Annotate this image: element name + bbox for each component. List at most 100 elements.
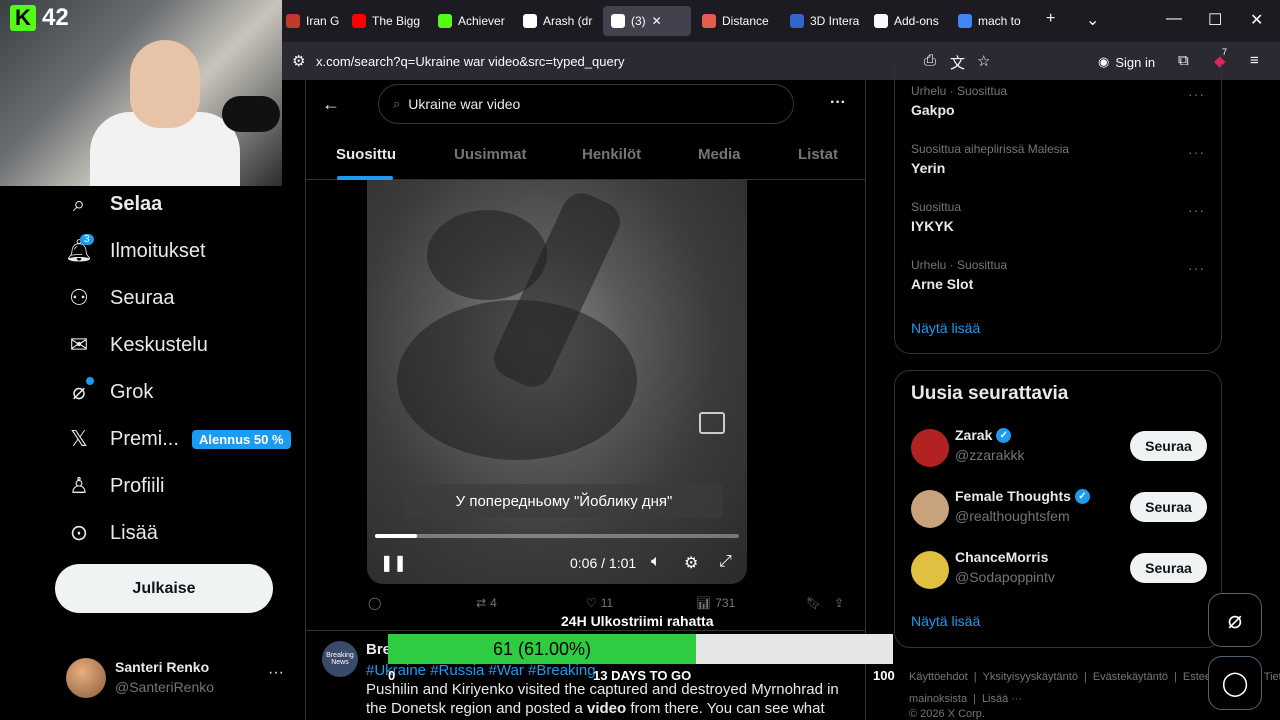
sub-goal-title: 24H Ulkostriimi rahatta xyxy=(561,613,714,629)
follow-button[interactable]: Seuraa xyxy=(1130,431,1207,461)
nav-item-search[interactable]: ⌕ Selaa xyxy=(66,191,162,217)
minimize-button[interactable]: — xyxy=(1166,10,1182,28)
nav-label: Keskustelu xyxy=(110,333,208,356)
browser-tab[interactable]: The Bigg xyxy=(344,6,426,36)
follow-button[interactable]: Seuraa xyxy=(1130,553,1207,583)
browser-tab[interactable]: Distance xyxy=(694,6,778,36)
search-tabs: Suosittu Uusimmat Henkilöt Media Listat xyxy=(306,134,865,180)
account-switcher[interactable]: Santeri Renko @SanteriRenko ··· xyxy=(64,656,294,700)
webcam-overlay: K 42 xyxy=(0,0,282,186)
browser-tab[interactable]: (3) ✕ xyxy=(603,6,691,36)
menu-icon[interactable]: ≡ xyxy=(1250,52,1259,69)
nav-item-person[interactable]: ♙ Profiili xyxy=(66,473,164,499)
follow-handle: @Sodapoppintv xyxy=(955,569,1055,585)
tab-list-chevron-icon[interactable]: ⌄ xyxy=(1086,10,1099,30)
grok-fab-icon[interactable]: ⌀ xyxy=(1208,593,1262,647)
footer-link[interactable]: Yksityisyyskäytäntö xyxy=(983,671,1078,683)
nav-item-bell[interactable]: 🔔︎ 3 Ilmoitukset xyxy=(65,234,206,264)
trend-name: Gakpo xyxy=(911,102,955,118)
trend-more-icon[interactable]: ··· xyxy=(1188,144,1205,160)
repost-icon: ⇄ xyxy=(476,596,487,610)
follow-suggestion[interactable]: Zarak ✓ @zzarakkk Seuraa xyxy=(911,425,1207,469)
nav-item-x-logo[interactable]: 𝕏 Premi... xyxy=(66,426,179,452)
tab-favicon-icon xyxy=(702,14,716,28)
footer-separator: | xyxy=(1174,671,1177,683)
repost-button[interactable]: ⇄ 4 xyxy=(476,596,497,610)
more-options-icon[interactable]: ··· xyxy=(830,94,846,112)
tab-favicon-icon xyxy=(958,14,972,28)
tab-3[interactable]: Media xyxy=(698,146,741,163)
footer-link[interactable]: Lisää ··· xyxy=(982,693,1022,705)
follow-suggestion[interactable]: ChanceMorris @Sodapoppintv Seuraa xyxy=(911,547,1207,591)
video-subtitle: У попередньому "Йоблику дня" xyxy=(405,484,723,518)
messages-fab-icon[interactable]: ◯ xyxy=(1208,656,1262,710)
trend-more-icon[interactable]: ··· xyxy=(1188,260,1205,276)
follow-show-more-link[interactable]: Näytä lisää xyxy=(911,613,980,629)
trends-show-more-link[interactable]: Näytä lisää xyxy=(911,320,980,336)
browser-tab[interactable]: Arash (dr xyxy=(515,6,599,36)
nav-item-add-person[interactable]: ⚇ Seuraa xyxy=(66,285,175,311)
picture-in-picture-icon[interactable] xyxy=(699,412,725,434)
trend-more-icon[interactable]: ··· xyxy=(1188,86,1205,102)
back-arrow-icon[interactable]: ← xyxy=(322,94,340,115)
footer-separator: | xyxy=(1083,671,1087,683)
tab-0[interactable]: Suosittu xyxy=(336,146,396,163)
search-icon: ⌕ xyxy=(393,96,401,111)
tweet-hashtags[interactable]: #Ukraine #Russia #War #Breaking xyxy=(366,662,596,679)
search-input[interactable]: ⌕ Ukraine war video xyxy=(378,84,794,124)
bookmark-icon: 🔖︎ xyxy=(806,596,822,610)
tab-4[interactable]: Listat xyxy=(798,146,838,163)
browser-tab[interactable]: Achiever xyxy=(430,6,512,36)
nav-item-mail[interactable]: ✉ Keskustelu xyxy=(66,332,208,358)
nav-item-grok[interactable]: ⌀ Grok xyxy=(66,377,153,405)
tab-close-icon[interactable]: ✕ xyxy=(652,14,662,28)
browser-tab[interactable]: 3D Intera xyxy=(782,6,862,36)
follow-button[interactable]: Seuraa xyxy=(1130,492,1207,522)
post-button[interactable]: Julkaise xyxy=(55,564,273,613)
bookmark-button[interactable]: 🔖︎ xyxy=(806,596,821,610)
tab-1[interactable]: Uusimmat xyxy=(454,146,527,163)
reply-button[interactable]: ◯ xyxy=(368,596,385,610)
trend-item[interactable]: Urhelu · Suosittua Gakpo xyxy=(911,84,1007,118)
video-progress-fill xyxy=(375,534,417,538)
tab-label: mach to xyxy=(978,14,1021,28)
url-input[interactable]: x.com/search?q=Ukraine war video&src=typ… xyxy=(316,54,625,69)
follow-suggestion[interactable]: Female Thoughts ✓ @realthoughtsfem Seuraa xyxy=(911,486,1207,530)
tab-2[interactable]: Henkilöt xyxy=(582,146,641,163)
avatar xyxy=(911,429,949,467)
trend-meta: Urhelu · Suosittua xyxy=(911,84,1008,98)
tune-icon[interactable]: ⚙ xyxy=(292,52,305,70)
maximize-button[interactable]: ☐ xyxy=(1208,10,1222,30)
video-progress-bar[interactable] xyxy=(375,534,739,538)
sub-goal-min: 0 xyxy=(388,668,396,683)
footer-link[interactable]: Käyttöehdot xyxy=(909,671,968,683)
footer-link[interactable]: Evästekäytäntö xyxy=(1093,671,1168,683)
trend-more-icon[interactable]: ··· xyxy=(1188,202,1205,218)
fullscreen-icon[interactable]: ⤢ xyxy=(719,553,732,571)
trend-meta: Urhelu · Suosittua xyxy=(911,258,1008,272)
new-tab-button[interactable]: + xyxy=(1046,10,1055,28)
share-button[interactable]: ⇪ xyxy=(834,596,844,610)
nav-label: Seuraa xyxy=(110,286,175,309)
settings-gear-icon[interactable]: ⚙ xyxy=(684,553,698,573)
browser-tab[interactable]: Add-ons xyxy=(866,6,946,36)
volume-icon[interactable]: 🔈︎ xyxy=(651,553,661,571)
pause-icon[interactable]: ❚❚ xyxy=(380,553,407,573)
close-window-button[interactable]: ✕ xyxy=(1250,10,1263,30)
video-player[interactable]: У попередньому "Йоблику дня" ❚❚ 0:06 / 1… xyxy=(367,180,747,584)
trend-item[interactable]: Urhelu · Suosittua Arne Slot xyxy=(911,258,1007,292)
grok-icon: ⌀ xyxy=(66,377,94,405)
trend-item[interactable]: Suosittua IYKYK xyxy=(911,200,961,234)
browser-tab[interactable]: Iran Guar xyxy=(278,6,340,36)
like-button[interactable]: ♡ 11 xyxy=(586,596,613,610)
share-icon: ⇪ xyxy=(834,596,845,610)
microphone xyxy=(222,96,280,132)
nav-item-more-circle[interactable]: ⊙ Lisää xyxy=(66,520,158,546)
browser-tab[interactable]: mach to xyxy=(950,6,1032,36)
sub-goal-days: 13 DAYS TO GO xyxy=(593,668,692,683)
trend-item[interactable]: Suosittua aiheplirissä Malesia Yerin xyxy=(911,142,1069,176)
avatar xyxy=(911,551,949,589)
follow-handle: @realthoughtsfem xyxy=(955,508,1070,524)
views-button[interactable]: 📊︎ 731 xyxy=(696,596,735,610)
tweet-body: Pushilin and Kiriyenko visited the captu… xyxy=(366,681,839,720)
